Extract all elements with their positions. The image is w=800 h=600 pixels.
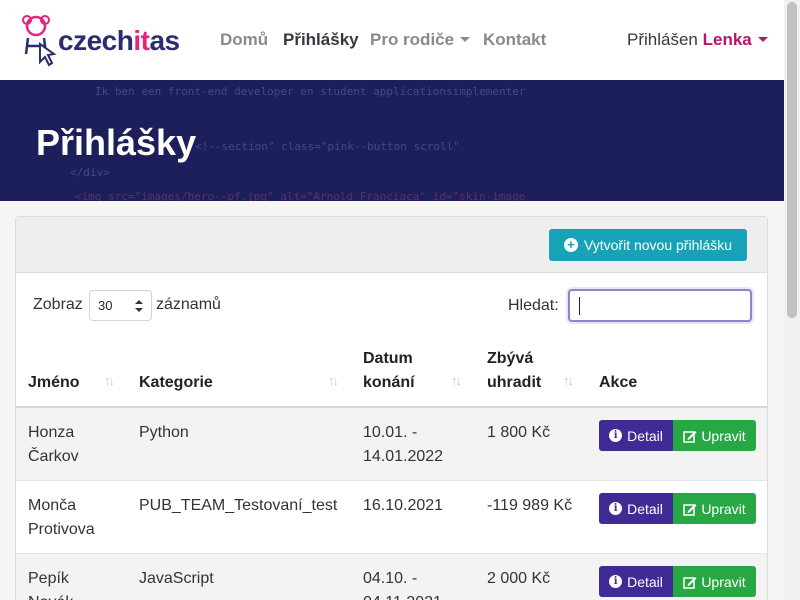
cell-due: 1 800 Kč: [487, 424, 551, 441]
cell-name-line1: Honza: [28, 424, 75, 441]
table-row: Pepík Novák JavaScript 04.10. - 04.11.20…: [16, 554, 767, 600]
edit-button[interactable]: Upravit: [673, 493, 756, 524]
brand-wordmark: czechitas: [58, 25, 180, 56]
cell-due: -119 989 Kč: [487, 497, 573, 514]
sort-icon[interactable]: ↑↓: [451, 373, 462, 388]
user-name: Lenka: [702, 30, 752, 49]
logo-figure-icon: [22, 15, 57, 67]
cell-date-line1: 16.10.2021: [363, 497, 444, 514]
hero-code-line: Ik ben een front-end developer en studen…: [95, 85, 526, 98]
select-arrows-icon: [135, 300, 143, 312]
cell-category: PUB_TEAM_Testovaní_test: [139, 497, 338, 514]
sort-icon[interactable]: ↑↓: [328, 373, 339, 388]
info-circle-icon: i: [609, 575, 623, 588]
text-cursor: [579, 297, 580, 315]
scrollbar-thumb[interactable]: [787, 2, 797, 318]
user-menu[interactable]: Přihlášen Lenka: [627, 30, 768, 50]
chevron-down-icon: [460, 37, 471, 42]
detail-button[interactable]: i Detail: [599, 493, 673, 524]
navbar: czechitas Domů Přihlášky Pro rodiče Kont…: [0, 0, 784, 80]
sort-icon[interactable]: ↑↓: [563, 373, 574, 388]
nav-item-home[interactable]: Domů: [220, 30, 268, 50]
column-header-category[interactable]: Kategorie: [139, 371, 213, 395]
hero-code-line: <!--section" class="pink--button scroll": [195, 140, 460, 153]
cell-name-line2: Novák: [28, 591, 73, 600]
detail-button[interactable]: i Detail: [599, 566, 673, 597]
nav-item-applications[interactable]: Přihlášky: [283, 30, 359, 50]
page-scrollbar[interactable]: [784, 0, 800, 600]
table-row: Honza Čarkov Python 10.01. - 14.01.2022 …: [16, 408, 767, 481]
search-label: Hledat:: [508, 297, 559, 314]
hero-code-line: </div>: [70, 166, 110, 179]
page-size-select[interactable]: 30: [89, 290, 152, 321]
nav-item-parents-dropdown[interactable]: Pro rodiče: [370, 30, 471, 50]
edit-button[interactable]: Upravit: [673, 420, 756, 451]
cell-category: Python: [139, 424, 189, 441]
column-header-name[interactable]: Jméno: [28, 371, 80, 395]
applications-card: + Vytvořit novou přihlášku Zobraz 30 záz…: [15, 216, 768, 600]
cell-name-line1: Monča: [28, 497, 77, 514]
cell-date-line1: 10.01. -: [363, 424, 418, 441]
chevron-down-icon: [757, 37, 768, 42]
user-prefix: Přihlášen: [627, 30, 698, 49]
column-header-date-line2[interactable]: konání: [363, 371, 415, 395]
sort-icon[interactable]: ↑↓: [104, 373, 115, 388]
cell-category: JavaScript: [139, 570, 214, 587]
column-header-due-line2[interactable]: uhradit: [487, 371, 541, 395]
edit-icon: [683, 576, 697, 589]
cell-name-line2: Protivova: [28, 521, 95, 538]
column-header-due-line1[interactable]: Zbývá: [487, 347, 533, 371]
info-circle-icon: i: [609, 429, 623, 442]
page-size-label: Zobraz: [33, 296, 83, 313]
edit-icon: [683, 503, 697, 516]
records-label: záznamů: [156, 296, 221, 313]
plus-circle-icon: +: [563, 238, 578, 252]
cell-due: 2 000 Kč: [487, 570, 551, 587]
cell-name-line1: Pepík: [28, 570, 69, 587]
search-input[interactable]: [568, 289, 752, 322]
hero-code-line: <img src="images/hero--pf.jpg" alt="Arno…: [75, 190, 526, 201]
cell-date-line2: 04.11.2021: [363, 591, 442, 600]
create-application-button[interactable]: + Vytvořit novou přihlášku: [549, 229, 747, 261]
hero-banner: Ik ben een front-end developer en studen…: [0, 80, 784, 201]
column-header-actions: Akce: [599, 374, 638, 391]
detail-button[interactable]: i Detail: [599, 420, 673, 451]
table-row: Monča Protivova PUB_TEAM_Testovaní_test …: [16, 481, 767, 554]
edit-button[interactable]: Upravit: [673, 566, 756, 597]
cell-date-line2: 14.01.2022: [363, 448, 444, 465]
column-header-date-line1[interactable]: Datum: [363, 347, 413, 371]
card-header: + Vytvořit novou přihlášku: [16, 217, 767, 273]
page-title: Přihlášky: [36, 122, 197, 163]
cell-date-line1: 04.10. -: [363, 570, 418, 587]
edit-icon: [683, 430, 697, 443]
nav-item-contact[interactable]: Kontakt: [483, 30, 546, 50]
info-circle-icon: i: [609, 502, 623, 515]
cell-name-line2: Čarkov: [28, 448, 79, 465]
brand-logo[interactable]: czechitas: [18, 12, 198, 68]
